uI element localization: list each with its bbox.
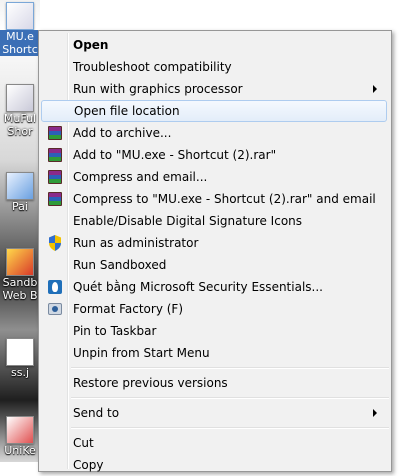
menu-item-label: Compress and email... [73, 170, 208, 184]
menu-item-compress-to-rar-and-email[interactable]: Compress to "MU.exe - Shortcut (2).rar" … [41, 188, 387, 210]
menu-item-add-to-rar[interactable]: Add to "MU.exe - Shortcut (2).rar" [41, 144, 387, 166]
menu-separator [71, 367, 389, 369]
file-icon [6, 338, 34, 366]
menu-item-label: Run Sandboxed [73, 258, 167, 272]
context-menu: Open Troubleshoot compatibility Run with… [38, 30, 392, 472]
menu-item-troubleshoot-compatibility[interactable]: Troubleshoot compatibility [41, 56, 387, 78]
desktop-icon-mu-shortcut[interactable]: MU.e Shortc [0, 2, 40, 56]
menu-item-add-to-archive[interactable]: Add to archive... [41, 122, 387, 144]
desktop-icon-label: UniKe [4, 444, 36, 457]
winrar-icon [47, 125, 63, 141]
menu-item-label: Open file location [74, 104, 180, 118]
desktop-icon-label: Shor [7, 125, 33, 138]
desktop-icon-label: MU.e [0, 30, 40, 43]
winrar-icon [47, 169, 63, 185]
menu-item-run-as-administrator[interactable]: Run as administrator [41, 232, 387, 254]
menu-item-compress-and-email[interactable]: Compress and email... [41, 166, 387, 188]
desktop: MU.e Shortc MuFul Shor Pai Sandb Web B s… [0, 0, 40, 462]
desktop-icon-ss-file[interactable]: ss.j [0, 338, 40, 379]
submenu-arrow-icon [373, 85, 377, 93]
menu-item-label: Copy [73, 458, 104, 472]
menu-item-cut[interactable]: Cut [41, 432, 387, 454]
menu-item-enable-disable-digital-signature-icons[interactable]: Enable/Disable Digital Signature Icons [41, 210, 387, 232]
menu-item-label: Compress to "MU.exe - Shortcut (2).rar" … [73, 192, 376, 206]
desktop-icon-label: ss.j [10, 366, 29, 379]
menu-item-label: Enable/Disable Digital Signature Icons [73, 214, 303, 228]
format-factory-icon [47, 301, 63, 317]
desktop-icon-label: Sandb [2, 276, 38, 289]
menu-item-pin-to-taskbar[interactable]: Pin to Taskbar [41, 320, 387, 342]
menu-item-label: Pin to Taskbar [73, 324, 157, 338]
menu-item-label: Quét bằng Microsoft Security Essentials.… [73, 280, 323, 294]
uac-shield-icon [47, 235, 63, 251]
unikey-app-icon [6, 416, 34, 444]
menu-item-send-to[interactable]: Send to [41, 402, 387, 424]
menu-item-run-with-graphics-processor[interactable]: Run with graphics processor [41, 78, 387, 100]
menu-item-label: Send to [73, 406, 120, 420]
menu-item-unpin-from-start-menu[interactable]: Unpin from Start Menu [41, 342, 387, 364]
menu-item-scan-with-mse[interactable]: Quét bằng Microsoft Security Essentials.… [41, 276, 387, 298]
desktop-icon-label: Web B [2, 289, 38, 302]
menu-item-label: Restore previous versions [73, 376, 228, 390]
desktop-icon-label: MuFul [3, 112, 37, 125]
winrar-icon [47, 147, 63, 163]
menu-item-label: Cut [73, 436, 94, 450]
desktop-icon-label: Pai [12, 200, 28, 213]
menu-item-open[interactable]: Open [41, 34, 387, 56]
desktop-icon-label: Shortc [0, 43, 40, 56]
mse-icon [47, 279, 63, 295]
menu-item-label: Add to archive... [73, 126, 172, 140]
winrar-icon [47, 191, 63, 207]
mufull-app-icon [6, 84, 34, 112]
desktop-icon-sandboxie-shortcut[interactable]: Sandb Web B [0, 248, 40, 302]
menu-item-label: Troubleshoot compatibility [73, 60, 232, 74]
menu-item-label: Format Factory (F) [73, 302, 184, 316]
menu-item-label: Run as administrator [73, 236, 199, 250]
menu-item-label: Add to "MU.exe - Shortcut (2).rar" [73, 148, 277, 162]
desktop-icon-unikey-shortcut[interactable]: UniKe [0, 416, 40, 457]
menu-item-run-sandboxed[interactable]: Run Sandboxed [41, 254, 387, 276]
submenu-arrow-icon [373, 409, 377, 417]
menu-item-restore-previous-versions[interactable]: Restore previous versions [41, 372, 387, 394]
menu-item-label: Run with graphics processor [73, 82, 243, 96]
paint-app-icon [6, 172, 34, 200]
menu-item-copy[interactable]: Copy [41, 454, 387, 476]
menu-item-open-file-location[interactable]: Open file location [41, 100, 387, 122]
menu-item-format-factory[interactable]: Format Factory (F) [41, 298, 387, 320]
sandboxie-app-icon [6, 248, 34, 276]
desktop-icon-paint-shortcut[interactable]: Pai [0, 172, 40, 213]
desktop-icon-mufull-shortcut[interactable]: MuFul Shor [0, 84, 40, 138]
menu-item-label: Open [73, 38, 109, 52]
menu-separator [71, 397, 389, 399]
menu-separator [71, 427, 389, 429]
menu-item-label: Unpin from Start Menu [73, 346, 210, 360]
mu-app-icon [6, 2, 34, 30]
